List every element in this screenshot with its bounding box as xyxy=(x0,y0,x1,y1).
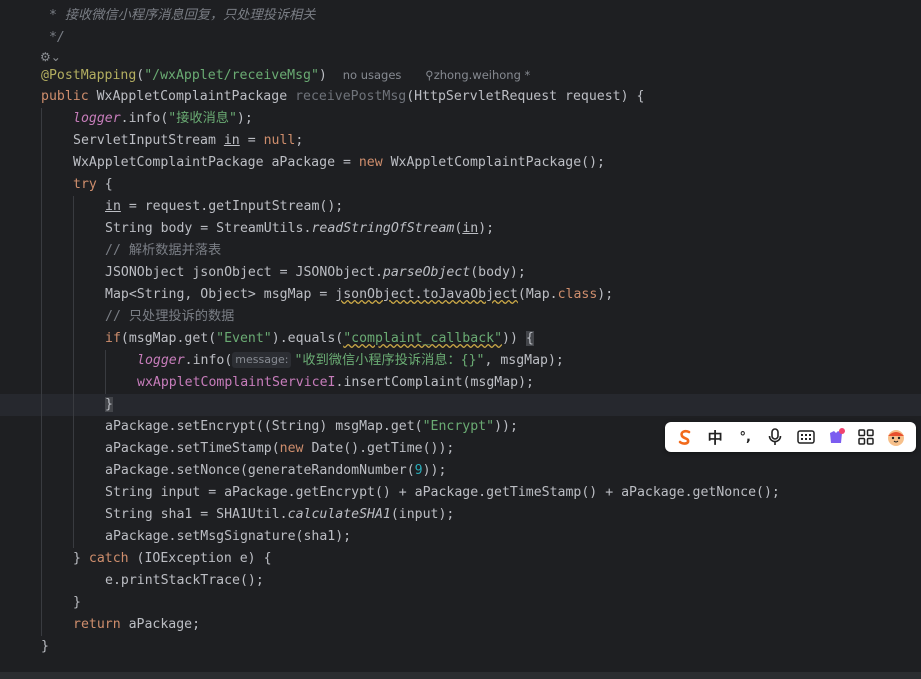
code-line[interactable]: } xyxy=(73,592,81,614)
keyboard-icon[interactable] xyxy=(794,425,818,449)
sogou-logo-icon[interactable] xyxy=(673,425,697,449)
code-line[interactable]: String sha1 = SHA1Util.calculateSHA1(inp… xyxy=(105,504,454,526)
code-line[interactable]: ServletInputStream in = null; xyxy=(73,130,303,152)
code-line[interactable]: WxAppletComplaintPackage aPackage = new … xyxy=(73,152,605,174)
code-line[interactable]: wxAppletComplaintServiceI.insertComplain… xyxy=(137,372,534,394)
code-line[interactable]: aPackage.setTimeStamp(new Date().getTime… xyxy=(105,438,454,460)
code-line[interactable]: String body = StreamUtils.readStringOfSt… xyxy=(105,218,494,240)
code-line[interactable]: if(msgMap.get("Event").equals("complaint… xyxy=(105,328,534,350)
string-literal: "Event" xyxy=(216,331,272,346)
code-line[interactable]: * 接收微信小程序消息回复，只处理投诉相关 xyxy=(41,5,315,27)
code-line[interactable]: try { xyxy=(73,174,113,196)
indent-guide xyxy=(73,196,74,548)
code-line[interactable]: aPackage.setNonce(generateRandomNumber(9… xyxy=(105,460,446,482)
code-line[interactable]: e.printStackTrace(); xyxy=(105,570,264,592)
line-comment: // 解析数据并落表 xyxy=(105,243,222,258)
doc-comment: * 接收微信小程序消息回复，只处理投诉相关 xyxy=(41,8,316,23)
code-line[interactable]: in = request.getInputStream(); xyxy=(105,196,343,218)
indent-guide xyxy=(105,350,106,394)
code-editor[interactable]: * 接收微信小程序消息回复，只处理投诉相关 */ ⚙⌄ @PostMapping… xyxy=(0,0,921,672)
code-line[interactable]: // 解析数据并落表 xyxy=(105,240,221,262)
code-line[interactable]: } xyxy=(105,394,113,416)
ime-toolbar[interactable]: 中 °, xyxy=(665,422,916,452)
status-bar xyxy=(0,672,921,679)
doc-comment-end: */ xyxy=(41,30,65,45)
string-literal: "收到微信小程序投诉消息：{}" xyxy=(294,353,485,368)
code-line[interactable]: } catch (IOException e) { xyxy=(73,548,272,570)
code-line[interactable]: aPackage.setEncrypt((String) msgMap.get(… xyxy=(105,416,518,438)
microphone-icon[interactable] xyxy=(763,425,787,449)
punctuation-toggle[interactable]: °, xyxy=(733,425,757,449)
indent-guide xyxy=(41,108,42,636)
usages-hint[interactable]: no usages xyxy=(343,68,402,82)
mascot-icon[interactable] xyxy=(884,425,908,449)
code-line[interactable]: // 只处理投诉的数据 xyxy=(105,306,234,328)
parameter-hint: message: xyxy=(232,352,292,368)
input-mode-toggle[interactable]: 中 xyxy=(703,425,727,449)
annotation: @PostMapping xyxy=(41,68,137,83)
toolbox-icon[interactable] xyxy=(854,425,878,449)
current-line-highlight xyxy=(0,394,921,416)
code-line[interactable]: } xyxy=(41,636,49,658)
string-literal: "Encrypt" xyxy=(422,419,495,434)
code-line[interactable]: */ xyxy=(41,27,65,49)
user-icon: ⚲ xyxy=(425,68,434,82)
mapping-path: "/wxApplet/receiveMsg" xyxy=(144,68,319,83)
author-hint[interactable]: zhong.weihong * xyxy=(434,68,531,82)
code-line[interactable]: Map<String, Object> msgMap = jsonObject.… xyxy=(105,284,613,306)
skin-icon[interactable] xyxy=(824,425,848,449)
code-line[interactable]: return aPackage; xyxy=(73,614,200,636)
code-line[interactable]: logger.info(message: "收到微信小程序投诉消息：{}", ms… xyxy=(137,350,564,372)
code-line[interactable]: aPackage.setMsgSignature(sha1); xyxy=(105,526,351,548)
line-comment: // 只处理投诉的数据 xyxy=(105,309,235,324)
code-line[interactable]: logger.info("接收消息"); xyxy=(73,108,253,130)
number-literal: 9 xyxy=(414,463,423,478)
code-line[interactable]: JSONObject jsonObject = JSONObject.parse… xyxy=(105,262,526,284)
code-line[interactable]: @PostMapping("/wxApplet/receiveMsg") no … xyxy=(41,64,530,86)
code-line[interactable]: public WxAppletComplaintPackage receiveP… xyxy=(41,86,644,108)
string-literal: "complaint_callback" xyxy=(343,331,503,346)
code-line[interactable]: String input = aPackage.getEncrypt() + a… xyxy=(105,482,780,504)
string-literal: "接收消息" xyxy=(168,111,237,126)
